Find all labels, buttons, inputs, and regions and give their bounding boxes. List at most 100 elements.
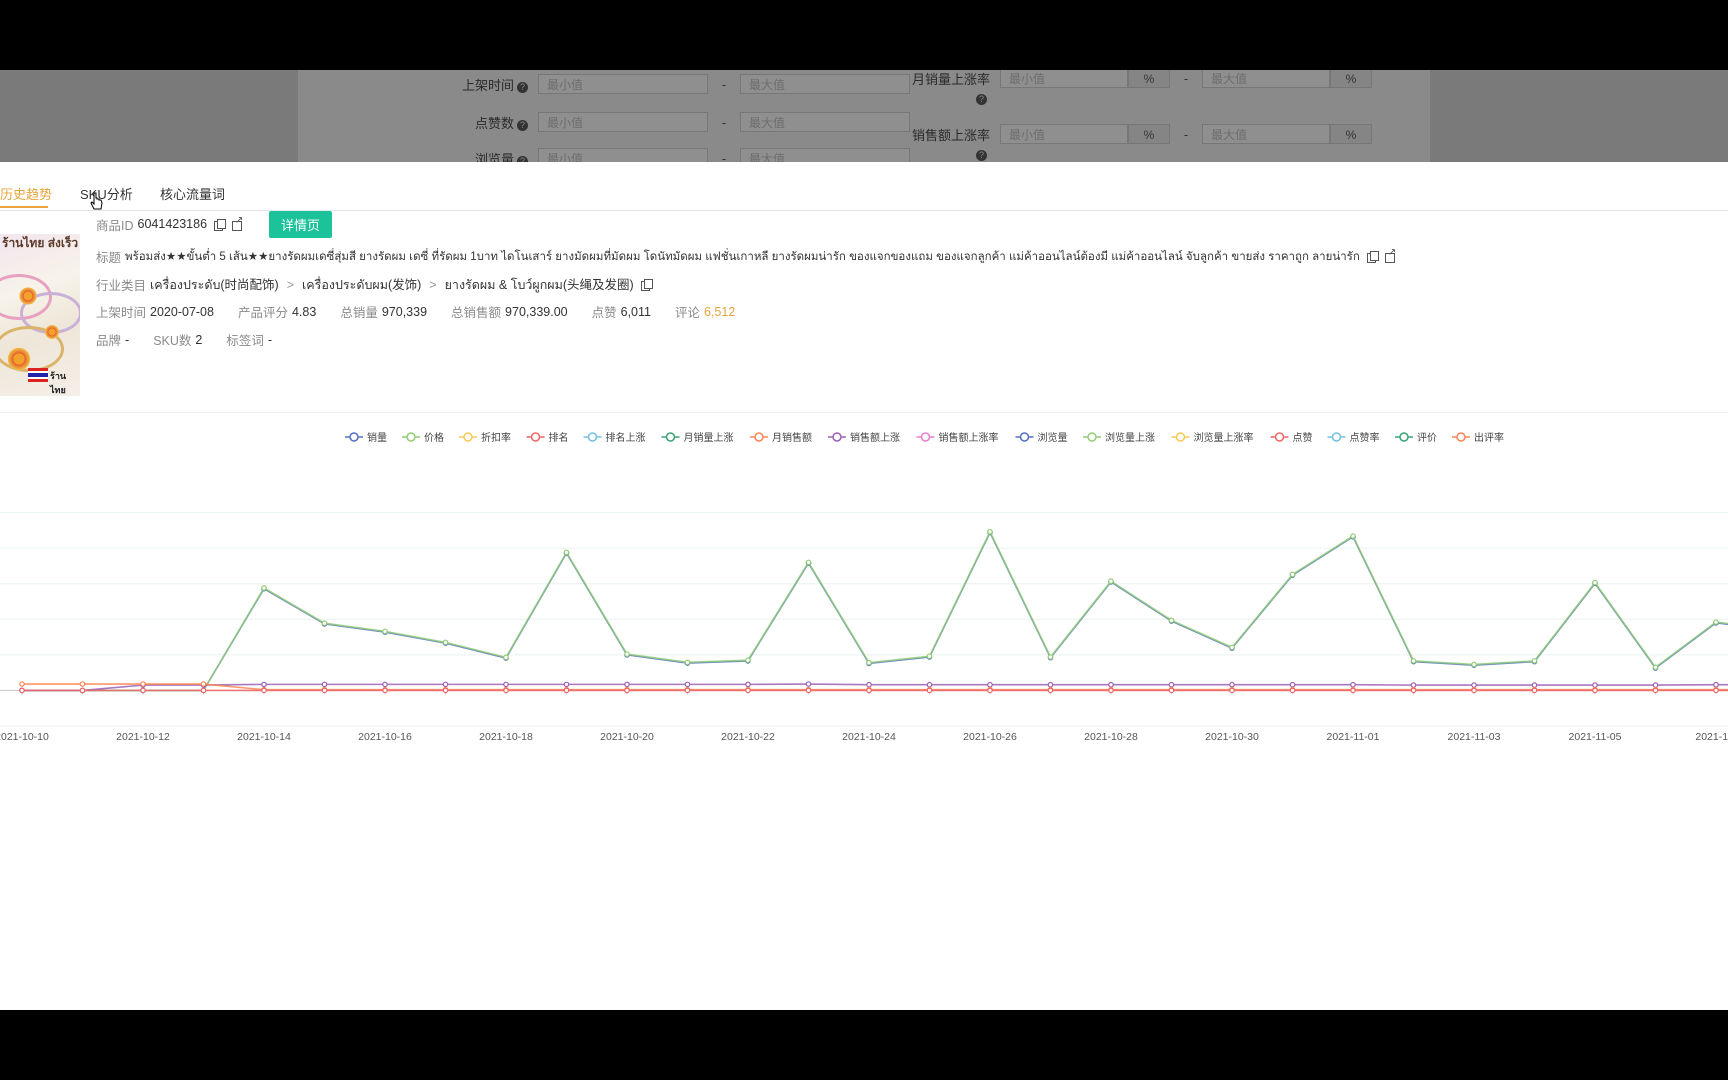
data-point xyxy=(987,681,993,688)
legend-item[interactable]: 浏览量上涨 xyxy=(1083,431,1155,444)
range-dash: - xyxy=(721,114,727,130)
copy-icon[interactable] xyxy=(640,279,653,291)
legend-marker xyxy=(754,432,764,442)
legend-item[interactable]: 点赞率 xyxy=(1327,431,1380,444)
data-point xyxy=(261,687,267,694)
list-time-label: 上架时间 xyxy=(96,306,147,320)
max-input[interactable]: 最大值 xyxy=(1202,124,1330,144)
min-input[interactable]: 最小值 xyxy=(1000,124,1128,144)
min-input[interactable]: 最小值 xyxy=(1000,70,1128,88)
data-point xyxy=(321,620,328,626)
title-label: 标题 xyxy=(96,251,122,265)
data-point xyxy=(200,681,207,687)
category-label: 行业类目 xyxy=(96,279,147,293)
category-level-1[interactable]: เครื่องประดับ(时尚配饰) xyxy=(150,274,279,295)
range-dash: - xyxy=(721,150,727,163)
background-overlay: 上架时间? 最小值 - 最大值 点赞数? 最小值 - 最大值 浏览量? 最小值 … xyxy=(0,70,1728,162)
data-point xyxy=(987,687,993,694)
x-tick-label: 2021-10-12 xyxy=(116,731,170,743)
legend-label: 价格 xyxy=(424,431,444,444)
data-point xyxy=(624,681,630,688)
legend-item[interactable]: 折扣率 xyxy=(459,431,511,444)
legend-marker xyxy=(1399,432,1409,442)
copy-icon[interactable] xyxy=(214,218,227,231)
product-thumbnail[interactable]: ร้านไทย ส่งเร็ว ร้านไทย xyxy=(0,234,80,396)
legend-marker xyxy=(406,432,416,442)
max-input[interactable]: 最大值 xyxy=(740,148,910,162)
data-point xyxy=(1713,687,1719,694)
sku-count-value: 2 xyxy=(195,332,203,347)
percent-suffix: % xyxy=(1330,124,1372,144)
x-tick-label: 2021-10-30 xyxy=(1205,731,1259,743)
x-tick-label: 2021-10-16 xyxy=(358,731,412,743)
data-point xyxy=(442,639,449,646)
legend-item[interactable]: 月销量上涨 xyxy=(661,431,734,444)
category-level-3[interactable]: ยางรัดผม & โบว์ผูกผม(头绳及发圈) xyxy=(445,274,634,295)
legend-marker xyxy=(1019,432,1030,442)
legend-item[interactable]: 销售额上涨 xyxy=(828,431,900,444)
max-input[interactable]: 最大值 xyxy=(1202,70,1330,88)
data-point xyxy=(79,681,86,687)
category-level-2[interactable]: เครื่องประดับผม(发饰) xyxy=(302,274,421,295)
total-revenue-label: 总销售额 xyxy=(451,306,502,320)
min-input[interactable]: 最小值 xyxy=(538,148,708,162)
legend-item[interactable]: 销量 xyxy=(345,431,387,444)
filter-row-sales-amount-rise: 销售额上涨率 最小值 % - 最大值 % xyxy=(840,124,1372,144)
data-point xyxy=(1289,571,1296,578)
data-point xyxy=(563,549,570,556)
data-point xyxy=(321,681,328,688)
detail-page-button[interactable]: 详情页 xyxy=(269,210,333,238)
legend-item[interactable]: 排名 xyxy=(526,431,569,444)
legend-marker xyxy=(1087,432,1097,442)
data-point xyxy=(866,681,872,688)
legend-label: 浏览量上涨 xyxy=(1105,431,1155,444)
legend-item[interactable]: 月销售额 xyxy=(750,431,812,444)
data-point xyxy=(1350,681,1356,688)
filter-label: 销售额上涨率 xyxy=(911,127,990,143)
external-link-icon[interactable] xyxy=(1384,247,1396,263)
tags-label: 标签词 xyxy=(226,334,264,348)
legend-marker xyxy=(832,432,842,442)
legend-label: 销售额上涨率 xyxy=(939,431,999,444)
filter-label: 月销量上涨率 xyxy=(911,71,990,87)
data-point xyxy=(1168,687,1175,694)
legend-item[interactable]: 评价 xyxy=(1395,432,1437,444)
tab-sku-analysis[interactable]: SKU分析 xyxy=(80,184,133,203)
min-input[interactable]: 最小值 xyxy=(538,112,708,132)
brand-value: - xyxy=(125,332,130,347)
thumbnail-header-text: ร้านไทย ส่งเร็ว xyxy=(2,236,79,250)
data-point xyxy=(140,681,146,687)
data-point xyxy=(866,659,872,666)
data-point xyxy=(1410,682,1417,688)
x-tick-label: 2021-10-24 xyxy=(842,731,896,743)
data-point xyxy=(1229,644,1235,651)
external-link-icon[interactable] xyxy=(232,215,243,231)
legend-label: 月销量上涨 xyxy=(684,431,734,444)
data-point xyxy=(1168,681,1175,688)
legend-item[interactable]: 排名上涨 xyxy=(583,431,646,444)
legend-label: 出评率 xyxy=(1474,431,1504,444)
legend-label: 折扣率 xyxy=(481,431,511,444)
percent-suffix: % xyxy=(1128,70,1170,88)
copy-icon[interactable] xyxy=(1366,251,1379,263)
legend-marker xyxy=(1175,432,1186,442)
legend-label: 浏览量 xyxy=(1038,431,1068,444)
likes-value: 6,011 xyxy=(620,304,651,319)
min-input[interactable]: 最小值 xyxy=(538,74,708,94)
data-point xyxy=(1652,682,1659,688)
legend-label: 点赞率 xyxy=(1350,431,1380,444)
legend-item[interactable]: 出评率 xyxy=(1452,431,1504,444)
data-point xyxy=(140,687,146,694)
data-point xyxy=(1531,687,1538,694)
product-title-row: 标题 พร้อมส่ง★★ขั้นต่ำ 5 เส้น★★ยางรัดผมเดซ… xyxy=(96,247,1396,266)
tab-history-trend[interactable]: 历史趋势 xyxy=(0,184,52,203)
legend-item[interactable]: 浏览量上涨率 xyxy=(1171,431,1254,444)
legend-item[interactable]: 浏览量 xyxy=(1015,431,1068,444)
tab-core-keywords[interactable]: 核心流量词 xyxy=(160,184,225,203)
range-dash: - xyxy=(1183,126,1189,142)
legend-item[interactable]: 销售额上涨率 xyxy=(916,431,999,444)
legend-marker xyxy=(1274,432,1285,442)
legend-label: 月销售额 xyxy=(772,431,812,444)
legend-item[interactable]: 点赞 xyxy=(1270,431,1313,444)
legend-item[interactable]: 价格 xyxy=(402,431,444,444)
